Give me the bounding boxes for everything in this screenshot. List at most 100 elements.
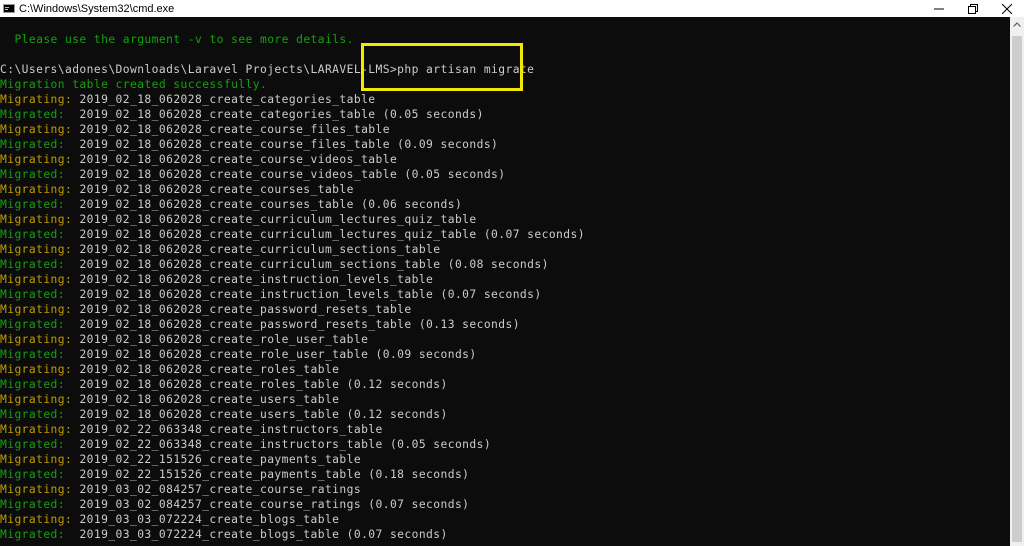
window-title: C:\Windows\System32\cmd.exe — [19, 2, 175, 15]
console-text: 2019_02_22_063348_create_instructors_tab… — [79, 438, 492, 451]
console-text: 2019_02_18_062028_create_course_files_ta… — [79, 123, 390, 136]
console-line: Migrated: 2019_02_18_062028_create_curri… — [0, 257, 585, 272]
console-text: C:\Users\adones\Downloads\Laravel Projec… — [0, 63, 535, 76]
console-line: Migrated: 2019_02_18_062028_create_instr… — [0, 287, 585, 302]
console-line: Migrated: 2019_02_18_062028_create_cours… — [0, 197, 585, 212]
console-text: Migrating: — [0, 153, 80, 166]
cmd-window: C:\Windows\System32\cmd.exe Please use t… — [0, 0, 1024, 546]
console-text: Migrating: — [0, 93, 80, 106]
console-text: 2019_02_18_062028_create_course_files_ta… — [79, 138, 499, 151]
console-text: to see more details. — [202, 33, 354, 46]
console-text: 2019_02_18_062028_create_curriculum_sect… — [79, 243, 441, 256]
console-text: Migrating: — [0, 333, 80, 346]
console-text: Migrating: — [0, 183, 80, 196]
title-bar[interactable]: C:\Windows\System32\cmd.exe — [0, 0, 1024, 17]
console-line: Migrating: 2019_03_02_084257_create_cour… — [0, 482, 585, 497]
console-text: Please use the argument — [0, 33, 188, 46]
console-line: Migrating: 2019_02_18_062028_create_user… — [0, 392, 585, 407]
console-text: Migrating: — [0, 303, 80, 316]
console-line: Migrating: 2019_02_18_062028_create_cour… — [0, 152, 585, 167]
console-text: Migrating: — [0, 243, 80, 256]
console-text: 2019_02_18_062028_create_categories_tabl… — [79, 93, 376, 106]
console-line: Migrated: 2019_02_18_062028_create_role_… — [0, 347, 585, 362]
console-text: 2019_02_18_062028_create_course_videos_t… — [79, 168, 506, 181]
console-text: 2019_03_03_072224_create_blogs_table (0.… — [79, 528, 448, 541]
console-line: Migrating: 2019_02_18_062028_create_inst… — [0, 272, 585, 287]
minimize-icon — [934, 8, 944, 9]
console-line: Migrating: 2019_02_22_151526_create_paym… — [0, 452, 585, 467]
console-text: Migrated: — [0, 438, 80, 451]
console-text: 2019_02_18_062028_create_instruction_lev… — [79, 288, 542, 301]
console-text: 2019_02_18_062028_create_curriculum_lect… — [79, 213, 477, 226]
console-text: Migrating: — [0, 483, 80, 496]
console-text: Migrated: — [0, 528, 80, 541]
console-text: Migrated: — [0, 408, 80, 421]
console-text: Migrating: — [0, 453, 80, 466]
console-text: Migrated: — [0, 498, 80, 511]
console-text: Migrated: — [0, 288, 80, 301]
console-text: Migrated: — [0, 318, 80, 331]
console-text: 2019_02_18_062028_create_categories_tabl… — [79, 108, 484, 121]
console-line: Migrated: 2019_02_18_062028_create_cours… — [0, 137, 585, 152]
vertical-scrollbar[interactable] — [1010, 17, 1024, 546]
restore-button[interactable] — [956, 0, 990, 17]
console-text: Migrating: — [0, 513, 80, 526]
console-text: Migrating: — [0, 123, 80, 136]
console-text: Migrated: — [0, 138, 80, 151]
console-line: Migrated: 2019_03_03_072224_create_blogs… — [0, 527, 585, 542]
console-line: Migration table created successfully. — [0, 77, 585, 92]
console-line: Migrated: 2019_02_22_151526_create_payme… — [0, 467, 585, 482]
console-text: 2019_02_18_062028_create_users_table — [79, 393, 340, 406]
console-text: 2019_02_18_062028_create_courses_table — [79, 183, 354, 196]
minimize-button[interactable] — [922, 0, 956, 17]
console-text: Migrating: — [0, 363, 80, 376]
console-line: C:\Users\adones\Downloads\Laravel Projec… — [0, 62, 585, 77]
console-text: 2019_03_02_084257_create_course_ratings … — [79, 498, 470, 511]
console-line: Migrating: 2019_02_18_062028_create_cour… — [0, 122, 585, 137]
console-text: Migrated: — [0, 198, 80, 211]
console-line: Migrated: 2019_02_18_062028_create_curri… — [0, 227, 585, 242]
console-text: -v — [187, 33, 203, 46]
console-line: Please use the argument -v to see more d… — [0, 32, 585, 47]
console-line: Migrated: 2019_02_18_062028_create_categ… — [0, 107, 585, 122]
console-text: 2019_02_18_062028_create_password_resets… — [79, 303, 412, 316]
console-line: Migrating: 2019_02_18_062028_create_role… — [0, 362, 585, 377]
scroll-thumb[interactable] — [1012, 36, 1022, 542]
console-text: 2019_02_18_062028_create_role_user_table… — [79, 348, 477, 361]
console-text: Migrated: — [0, 468, 80, 481]
console-line: Migrated: 2019_02_18_062028_create_passw… — [0, 317, 585, 332]
console-line: Migrated: 2019_02_22_063348_create_instr… — [0, 437, 585, 452]
close-button[interactable] — [990, 0, 1024, 17]
console-line: Migrated: 2019_02_18_062028_create_users… — [0, 407, 585, 422]
console-text: Migrated: — [0, 108, 80, 121]
console-line: Migrated: 2019_02_18_062028_create_roles… — [0, 377, 585, 392]
scroll-up-arrow-icon — [1013, 21, 1021, 27]
console-text: Migration table created successfully. — [0, 78, 268, 91]
console-text: 2019_02_18_062028_create_curriculum_lect… — [79, 228, 585, 241]
console-text: 2019_02_22_151526_create_payments_table … — [79, 468, 470, 481]
console-line: Migrated: 2019_02_18_062028_create_cours… — [0, 167, 585, 182]
console-text: Migrated: — [0, 228, 80, 241]
console-text: 2019_03_03_072224_create_blogs_table — [79, 513, 340, 526]
console-text: Migrated: — [0, 168, 80, 181]
close-icon — [1002, 3, 1012, 14]
cmd-app-icon[interactable] — [3, 4, 15, 13]
console-text: 2019_02_18_062028_create_role_user_table — [79, 333, 369, 346]
console-text: 2019_02_18_062028_create_password_resets… — [79, 318, 520, 331]
restore-icon — [968, 3, 978, 14]
console-line: Migrating: 2019_02_18_062028_create_curr… — [0, 212, 585, 227]
console-text: 2019_02_18_062028_create_instruction_lev… — [79, 273, 434, 286]
console-output[interactable]: Please use the argument -v to see more d… — [0, 17, 1010, 546]
console-lines: Please use the argument -v to see more d… — [0, 32, 585, 542]
console-text: 2019_02_18_062028_create_curriculum_sect… — [79, 258, 549, 271]
console-text: Migrated: — [0, 348, 80, 361]
console-line: Migrating: 2019_03_03_072224_create_blog… — [0, 512, 585, 527]
console-line: Migrating: 2019_02_18_062028_create_pass… — [0, 302, 585, 317]
scroll-up-button[interactable] — [1010, 17, 1024, 31]
console-line: Migrating: 2019_02_18_062028_create_cour… — [0, 182, 585, 197]
console-line: Migrating: 2019_02_18_062028_create_role… — [0, 332, 585, 347]
console-line: Migrating: 2019_02_22_063348_create_inst… — [0, 422, 585, 437]
console-text: 2019_02_18_062028_create_roles_table (0.… — [79, 378, 448, 391]
console-text: Migrating: — [0, 393, 80, 406]
